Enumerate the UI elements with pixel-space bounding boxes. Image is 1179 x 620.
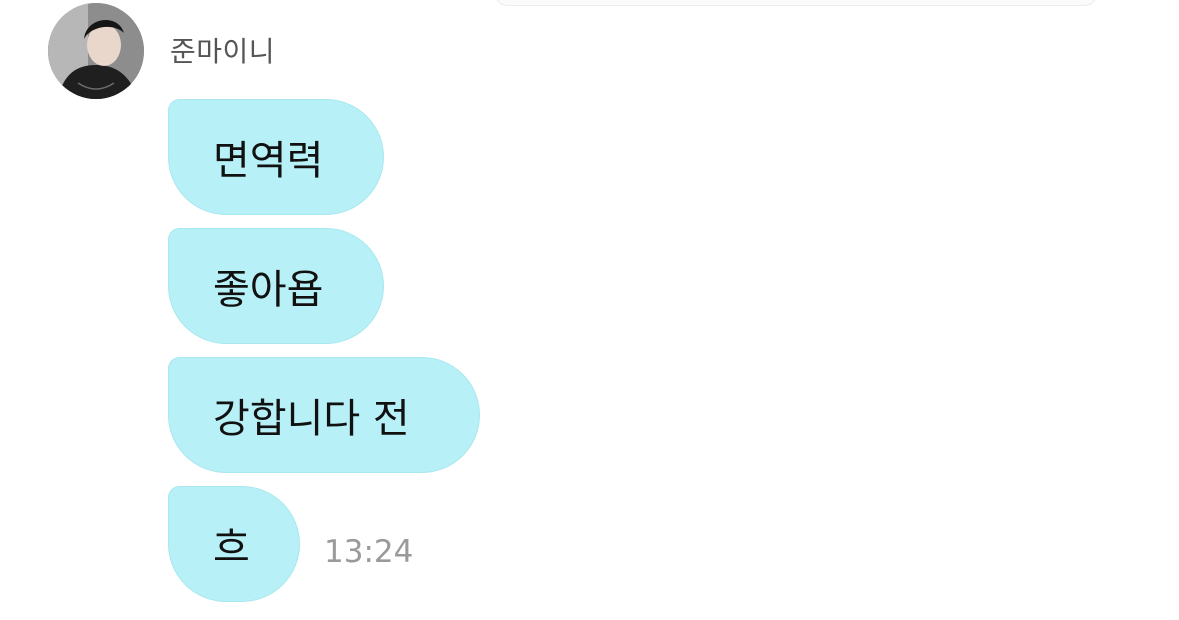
message-bubble[interactable]: 강합니다 전 — [168, 357, 480, 473]
message-bubble[interactable]: 면역력 — [168, 99, 384, 215]
sender-name: 준마이니 — [170, 35, 276, 68]
sender-avatar[interactable] — [48, 3, 144, 99]
top-input-bar — [495, 0, 1097, 6]
message-bubble[interactable]: 흐 — [168, 486, 300, 602]
message-bubble[interactable]: 좋아욥 — [168, 228, 384, 344]
message-text: 면역력 — [213, 138, 324, 184]
message-text: 강합니다 전 — [213, 396, 410, 442]
message-text: 좋아욥 — [213, 267, 324, 313]
message-timestamp: 13:24 — [324, 534, 414, 570]
avatar-photo-icon — [48, 3, 144, 99]
message-text: 흐 — [213, 525, 250, 571]
